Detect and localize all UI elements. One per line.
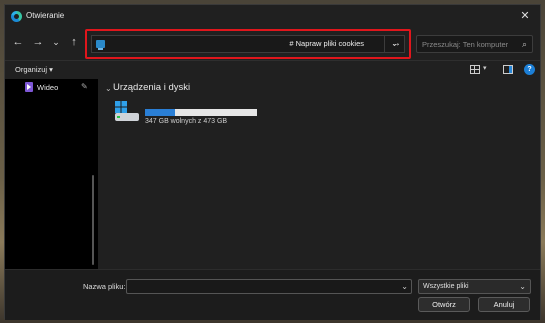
dialog-footer: Nazwa pliku: ⌄ Wszystkie pliki ⌄ Otwórz … — [5, 269, 540, 320]
recent-locations-button[interactable]: ⌄ — [49, 35, 63, 49]
sidebar-item-label: Wideo — [37, 83, 59, 92]
drive-usage-fill — [145, 109, 176, 116]
group-collapse-icon[interactable]: ⌄ — [105, 84, 112, 93]
view-grid-icon[interactable] — [470, 65, 480, 74]
search-box[interactable]: Przeszukaj: Ten komputer ⌕ — [416, 35, 533, 53]
sidebar-scrollbar[interactable] — [92, 175, 94, 265]
back-button[interactable]: ← — [11, 35, 25, 49]
drive-space-text: 347 GB wolnych z 473 GB — [145, 118, 228, 125]
computer-icon — [96, 40, 105, 50]
search-placeholder: Przeszukaj: Ten komputer — [422, 40, 509, 49]
windows-logo-icon — [115, 101, 127, 113]
cancel-button[interactable]: Anuluj — [478, 297, 530, 312]
go-button[interactable]: → — [387, 36, 405, 52]
chevron-down-icon: ⌄ — [519, 282, 526, 291]
address-bar[interactable]: # Napraw pliki cookies ⌄ — [91, 35, 405, 53]
navigation-bar: ← → ⌄ ↑ # Napraw pliki cookies ⌄ → Przes… — [5, 29, 540, 59]
close-button[interactable]: ✕ — [518, 9, 532, 23]
filetype-value: Wszystkie pliki — [423, 283, 469, 290]
address-bar-highlight: # Napraw pliki cookies ⌄ — [85, 29, 411, 59]
sidebar-item-videos[interactable]: Wideo ✎ — [25, 82, 91, 94]
help-icon[interactable]: ? — [524, 64, 535, 75]
drive-item[interactable]: 347 GB wolnych z 473 GB — [113, 99, 263, 129]
preview-pane-icon[interactable] — [503, 65, 513, 74]
content-area: ⌄ Urządzenia i dyski 347 GB wolnych z 47… — [101, 79, 541, 269]
group-header[interactable]: Urządzenia i dyski — [113, 82, 190, 93]
address-path[interactable]: # Napraw pliki cookies — [289, 39, 364, 48]
pin-icon: ✎ — [81, 82, 88, 91]
view-options-caret[interactable]: ▾ — [483, 64, 487, 72]
drive-usage-bar — [145, 109, 257, 116]
drive-body-icon — [115, 113, 139, 121]
edge-app-icon — [11, 11, 22, 22]
search-icon[interactable]: ⌕ — [522, 39, 527, 50]
open-button[interactable]: Otwórz — [418, 297, 470, 312]
open-file-dialog: Otwieranie ✕ ← → ⌄ ↑ # Napraw pliki cook… — [4, 4, 541, 320]
filename-history-caret[interactable]: ⌄ — [401, 282, 408, 291]
video-folder-icon — [25, 82, 33, 92]
forward-button[interactable]: → — [31, 35, 45, 49]
filename-input[interactable]: ⌄ — [126, 279, 412, 294]
filename-label: Nazwa pliku: — [83, 282, 126, 291]
window-title: Otwieranie — [26, 11, 65, 20]
filetype-select[interactable]: Wszystkie pliki ⌄ — [418, 279, 531, 294]
title-bar: Otwieranie ✕ — [5, 5, 540, 27]
organize-menu-button[interactable]: Organizuj ▾ — [15, 65, 53, 74]
system-drive-icon — [113, 99, 141, 123]
navigation-pane: Wideo ✎ — [5, 79, 98, 269]
command-bar: Organizuj ▾ ▾ ? — [5, 60, 540, 78]
up-button[interactable]: ↑ — [67, 35, 81, 49]
